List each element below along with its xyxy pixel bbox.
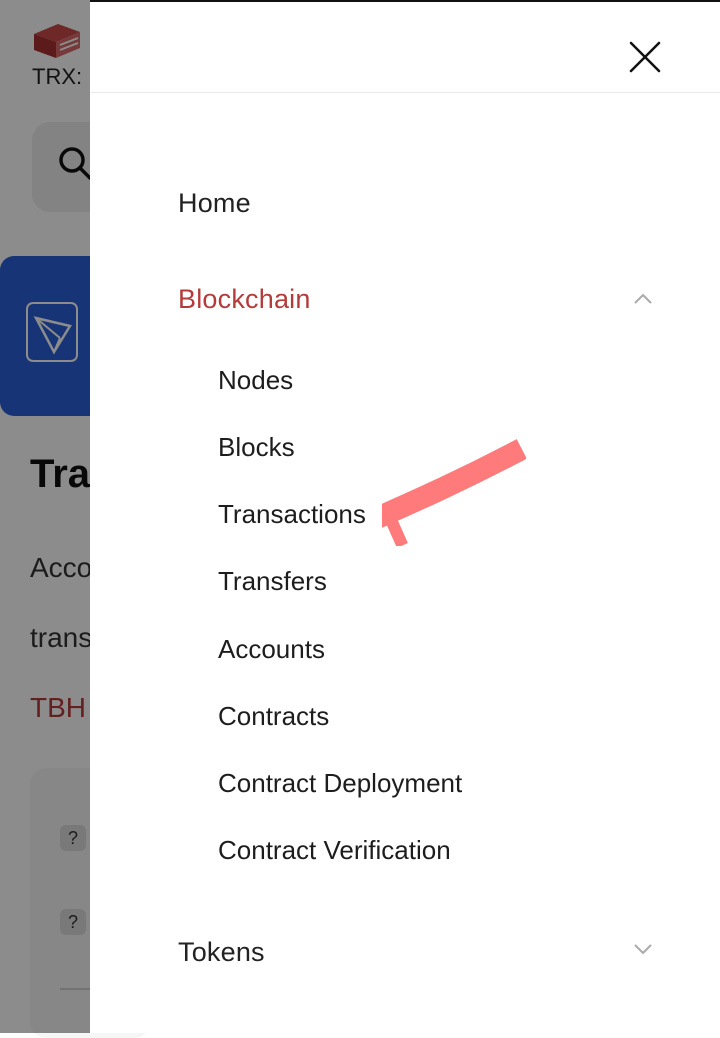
submenu-item-nodes[interactable]: Nodes bbox=[218, 365, 293, 396]
submenu-item-blocks[interactable]: Blocks bbox=[218, 432, 295, 463]
submenu-item-contract-deployment[interactable]: Contract Deployment bbox=[218, 768, 462, 799]
submenu-item-transfers[interactable]: Transfers bbox=[218, 566, 327, 597]
submenu-item-accounts[interactable]: Accounts bbox=[218, 634, 325, 665]
submenu-item-contracts[interactable]: Contracts bbox=[218, 701, 329, 732]
annotation-marker bbox=[382, 439, 526, 546]
submenu-item-transactions[interactable]: Transactions bbox=[218, 499, 366, 530]
close-icon[interactable] bbox=[628, 40, 662, 74]
drawer-header bbox=[90, 2, 720, 93]
menu-item-tokens[interactable]: Tokens bbox=[178, 937, 265, 968]
menu-item-home[interactable]: Home bbox=[178, 188, 251, 219]
submenu-item-contract-verification[interactable]: Contract Verification bbox=[218, 835, 451, 866]
chevron-up-icon[interactable] bbox=[632, 292, 654, 306]
chevron-down-icon[interactable] bbox=[632, 942, 654, 956]
menu-item-blockchain[interactable]: Blockchain bbox=[178, 284, 311, 315]
